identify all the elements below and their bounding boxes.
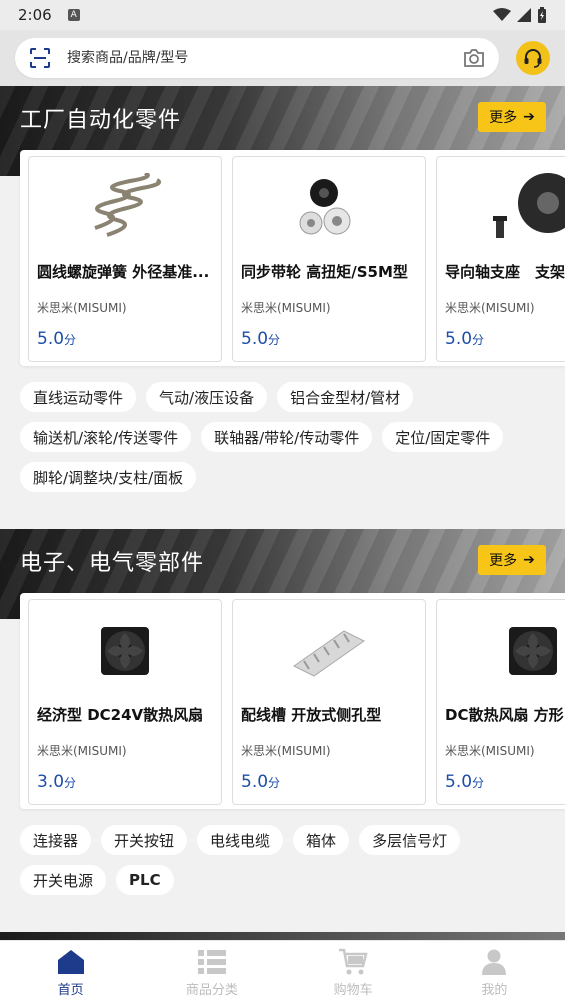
battery-icon <box>538 7 546 23</box>
bottom-navigation: 首页 商品分类 购物车 我的 <box>0 940 565 1004</box>
more-button[interactable]: 更多 ➔ <box>478 545 546 575</box>
arrow-right-icon: ➔ <box>523 109 535 125</box>
product-card[interactable]: 圆线螺旋弹簧 外径基准... 米思米(MISUMI) 5.0分 <box>28 156 222 362</box>
category-tag[interactable]: 箱体 <box>293 825 350 855</box>
product-score: 5.0分 <box>445 772 485 792</box>
more-button[interactable]: 更多 ➔ <box>478 102 546 132</box>
section-electrical-parts: 电子、电气零部件 更多 ➔ 经济型 DC24V散热风扇 米思米(MISUMI) … <box>0 529 565 929</box>
category-tag[interactable]: 脚轮/调整块/支柱/面板 <box>20 462 197 492</box>
product-card[interactable]: 同步带轮 高扭矩/S5M型 米思米(MISUMI) 5.0分 <box>232 156 426 362</box>
nav-profile[interactable]: 我的 <box>424 941 565 1004</box>
product-brand: 米思米(MISUMI) <box>445 744 535 758</box>
pulley-image <box>233 163 425 253</box>
category-tag[interactable]: PLC <box>116 865 174 895</box>
category-tag[interactable]: 连接器 <box>20 825 92 855</box>
headset-icon <box>524 49 542 68</box>
product-score: 5.0分 <box>445 329 485 349</box>
category-tag[interactable]: 直线运动零件 <box>20 382 137 412</box>
signal-icon <box>517 8 531 22</box>
status-icons <box>493 7 547 23</box>
search-input[interactable] <box>67 50 463 66</box>
product-name: 圆线螺旋弹簧 外径基准... <box>37 263 210 281</box>
customer-service-button[interactable] <box>516 41 550 75</box>
category-tag[interactable]: 多层信号灯 <box>359 825 461 855</box>
product-brand: 米思米(MISUMI) <box>241 301 331 315</box>
status-time: 2:06 <box>18 6 52 24</box>
nav-cart[interactable]: 购物车 <box>283 941 424 1004</box>
search-bar[interactable] <box>15 38 499 78</box>
product-score: 5.0分 <box>37 329 77 349</box>
category-tags: 连接器 开关按钮 电线电缆 箱体 多层信号灯 开关电源 PLC <box>20 825 550 895</box>
product-brand: 米思米(MISUMI) <box>37 744 127 758</box>
product-card[interactable]: 导向轴支座 支架 米思米(MISUMI) 5.0分 <box>436 156 565 362</box>
nav-label: 首页 <box>57 982 84 998</box>
product-card[interactable]: 配线槽 开放式侧孔型 米思米(MISUMI) 5.0分 <box>232 599 426 805</box>
category-tag[interactable]: 输送机/滚轮/传送零件 <box>20 422 192 452</box>
wiring-duct-image <box>233 606 425 696</box>
category-tag[interactable]: 联轴器/带轮/传动零件 <box>201 422 373 452</box>
product-name: 配线槽 开放式侧孔型 <box>241 706 382 724</box>
camera-icon[interactable] <box>463 48 485 68</box>
category-tag[interactable]: 开关电源 <box>20 865 107 895</box>
category-tag[interactable]: 气动/液压设备 <box>146 382 268 412</box>
home-icon <box>57 949 84 974</box>
shaft-holder-image <box>437 163 565 253</box>
category-icon <box>197 949 226 974</box>
product-score: 5.0分 <box>241 329 281 349</box>
notification-a-icon: A <box>67 9 80 21</box>
product-card[interactable]: 经济型 DC24V散热风扇 米思米(MISUMI) 3.0分 <box>28 599 222 805</box>
spring-image <box>29 163 221 253</box>
section-title: 电子、电气零部件 <box>20 551 205 576</box>
profile-icon <box>482 949 507 975</box>
fan-image <box>437 606 565 696</box>
scan-icon[interactable] <box>29 47 51 69</box>
product-carousel[interactable]: 经济型 DC24V散热风扇 米思米(MISUMI) 3.0分 配线槽 开放式侧孔… <box>20 593 565 809</box>
category-tag[interactable]: 铝合金型材/管材 <box>277 382 414 412</box>
nav-label: 购物车 <box>333 982 373 998</box>
nav-category[interactable]: 商品分类 <box>141 941 282 1004</box>
category-tags: 直线运动零件 气动/液压设备 铝合金型材/管材 输送机/滚轮/传送零件 联轴器/… <box>20 382 550 492</box>
nav-label: 商品分类 <box>185 982 238 998</box>
fan-image <box>29 606 221 696</box>
more-label: 更多 <box>489 110 518 126</box>
product-brand: 米思米(MISUMI) <box>241 744 331 758</box>
nav-label: 我的 <box>481 982 508 998</box>
product-score: 5.0分 <box>241 772 281 792</box>
product-brand: 米思米(MISUMI) <box>445 301 535 315</box>
product-carousel[interactable]: 圆线螺旋弹簧 外径基准... 米思米(MISUMI) 5.0分 同步带轮 高扭矩… <box>20 150 565 366</box>
category-tag[interactable]: 电线电缆 <box>197 825 284 855</box>
product-brand: 米思米(MISUMI) <box>37 301 127 315</box>
category-tag[interactable]: 定位/固定零件 <box>382 422 504 452</box>
status-bar: 2:06 A <box>0 0 565 30</box>
section-factory-automation: 工厂自动化零件 更多 ➔ 圆线螺旋弹簧 外径基准... 米思米(MISUMI) … <box>0 86 565 526</box>
product-name: 经济型 DC24V散热风扇 <box>37 706 204 724</box>
search-header <box>0 30 565 86</box>
product-name: 同步带轮 高扭矩/S5M型 <box>241 263 408 281</box>
product-name: DC散热风扇 方形 <box>445 706 564 724</box>
product-card[interactable]: DC散热风扇 方形 米思米(MISUMI) 5.0分 <box>436 599 565 805</box>
cart-icon <box>339 948 368 974</box>
category-tag[interactable]: 开关按钮 <box>101 825 188 855</box>
section-title: 工厂自动化零件 <box>20 108 182 133</box>
arrow-right-icon: ➔ <box>523 552 535 568</box>
nav-home[interactable]: 首页 <box>0 941 141 1004</box>
product-score: 3.0分 <box>37 772 77 792</box>
wifi-icon <box>493 8 511 21</box>
product-name: 导向轴支座 支架 <box>445 263 565 281</box>
more-label: 更多 <box>489 553 518 569</box>
